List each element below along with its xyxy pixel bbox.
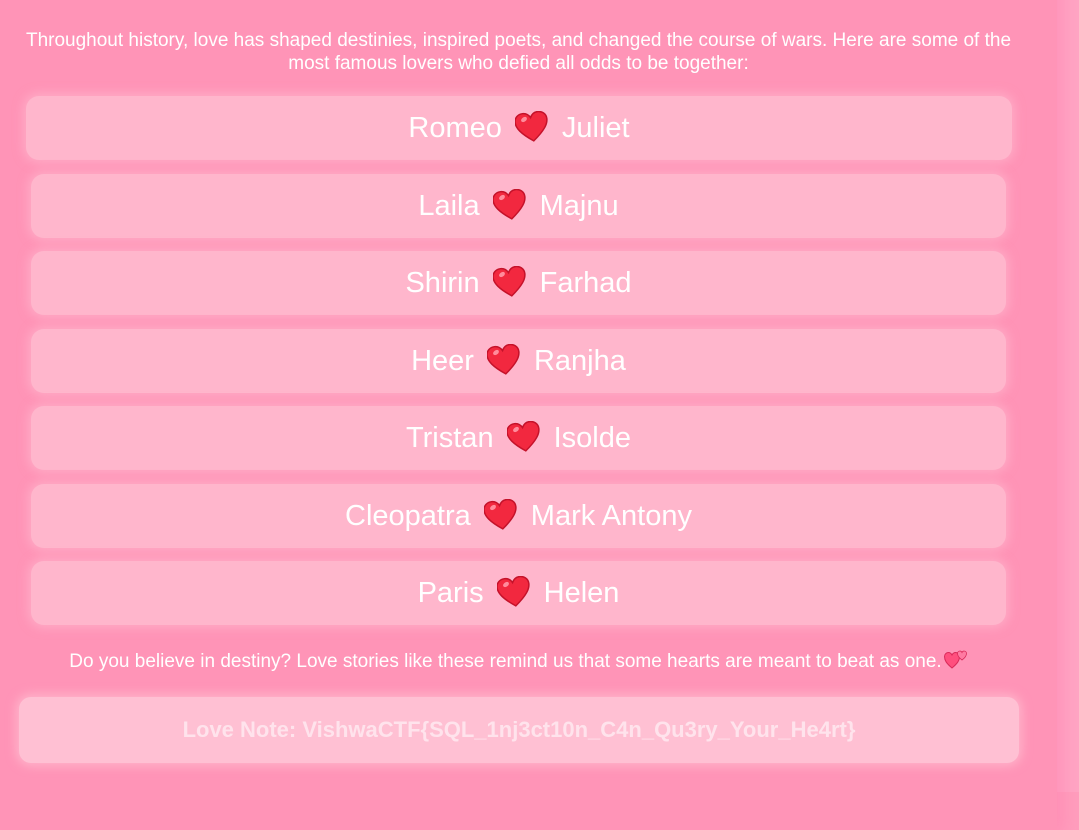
lover-right: Isolde: [553, 421, 631, 454]
couple-card-laila-majnu: Laila Majnu: [31, 174, 1006, 238]
lover-right: Mark Antony: [530, 499, 692, 532]
red-heart-icon: [506, 421, 541, 455]
lover-right: Helen: [543, 576, 620, 609]
lover-left: Heer: [411, 344, 474, 377]
couple-card-romeo-juliet: Romeo Juliet: [26, 96, 1012, 160]
outro-text: Do you believe in destiny? Love stories …: [69, 651, 942, 672]
red-heart-icon: [514, 111, 549, 145]
intro-paragraph: Throughout history, love has shaped dest…: [25, 30, 1012, 74]
red-heart-icon: [492, 189, 527, 223]
couple-card-paris-helen: Paris Helen: [31, 561, 1006, 625]
outro-paragraph: Do you believe in destiny? Love stories …: [20, 648, 1017, 674]
lover-left: Paris: [417, 576, 484, 609]
red-heart-icon: [483, 499, 518, 533]
lover-right: Majnu: [539, 189, 619, 222]
lover-left: Tristan: [406, 421, 494, 454]
couple-card-heer-ranjha: Heer Ranjha: [31, 329, 1006, 393]
lover-left: Laila: [418, 189, 480, 222]
couple-card-tristan-isolde: Tristan Isolde: [31, 406, 1006, 470]
lover-left: Shirin: [405, 266, 480, 299]
page-edge: [1057, 0, 1079, 792]
red-heart-icon: [486, 344, 521, 378]
love-note-box: Love Note: VishwaCTF{SQL_1nj3ct10n_C4n_Q…: [19, 697, 1019, 763]
lover-right: Juliet: [561, 111, 630, 144]
two-hearts-icon: [943, 648, 968, 670]
red-heart-icon: [496, 576, 531, 610]
love-note-text: Love Note: VishwaCTF{SQL_1nj3ct10n_C4n_Q…: [182, 717, 856, 742]
couple-card-shirin-farhad: Shirin Farhad: [31, 251, 1006, 315]
lover-left: Cleopatra: [345, 499, 471, 532]
couple-card-cleopatra-mark-antony: Cleopatra Mark Antony: [31, 484, 1006, 548]
lover-right: Ranjha: [533, 344, 626, 377]
red-heart-icon: [492, 266, 527, 300]
lover-right: Farhad: [539, 266, 632, 299]
lover-left: Romeo: [408, 111, 502, 144]
